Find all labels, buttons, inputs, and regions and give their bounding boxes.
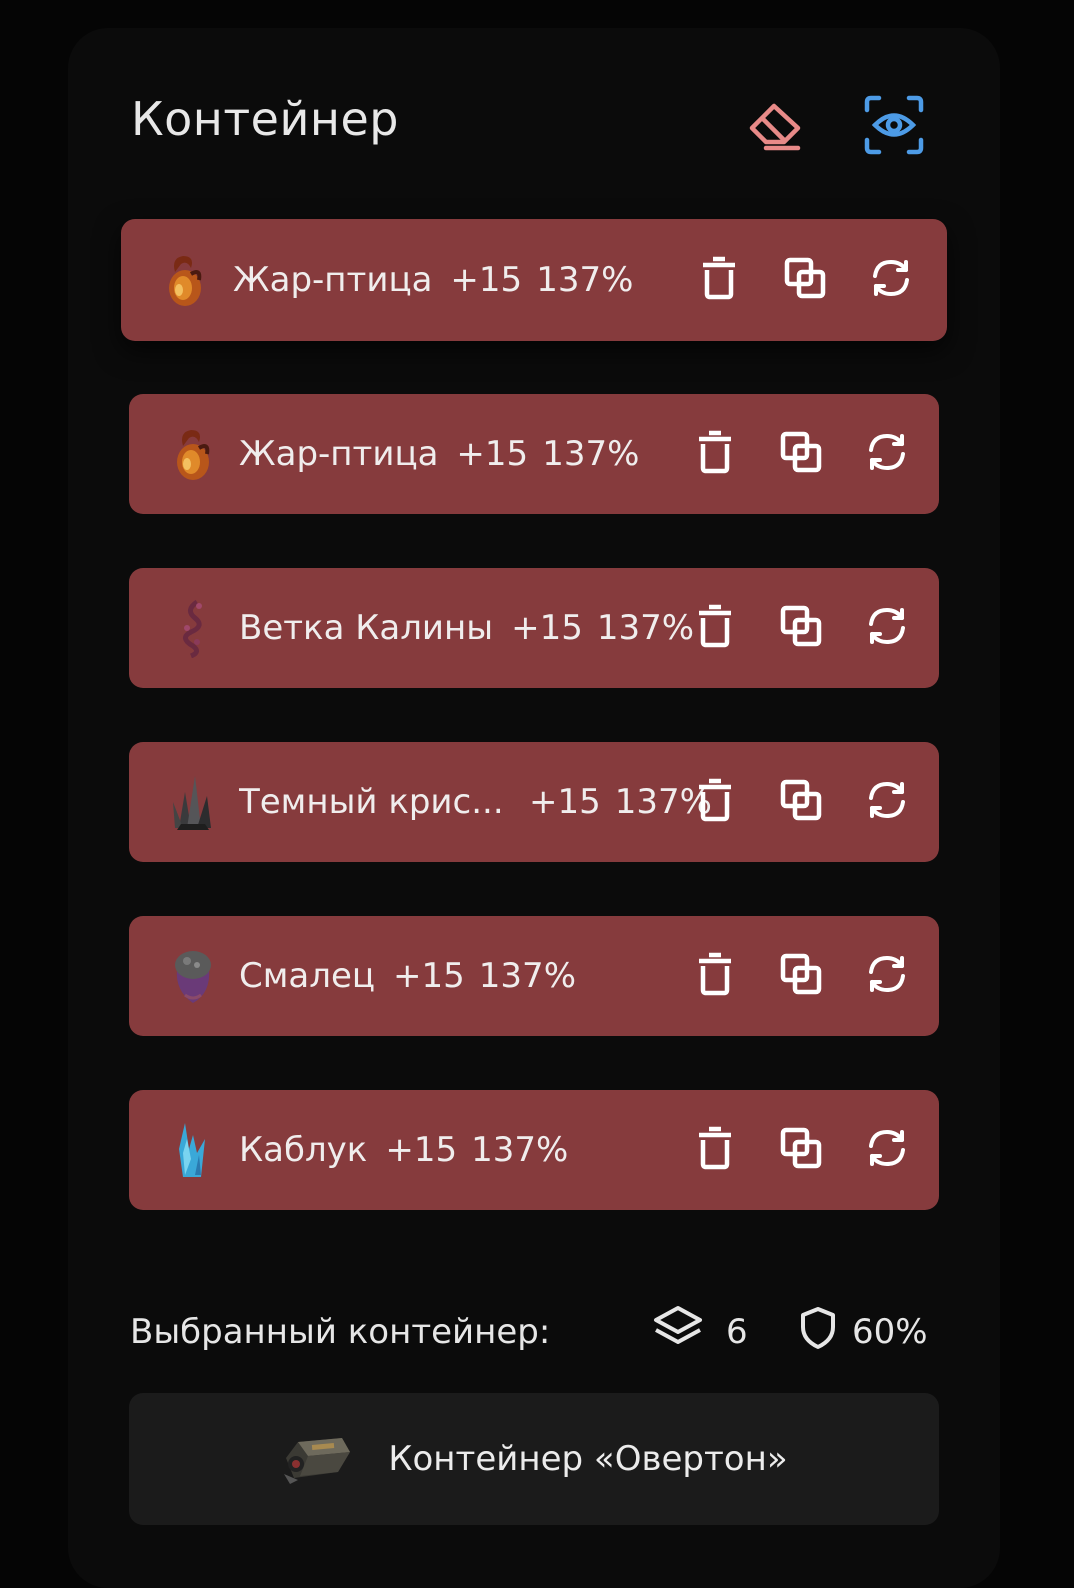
- artifact-level: +15: [529, 782, 601, 822]
- container-name: Контейнер «Овертон»: [388, 1439, 788, 1479]
- artifact-actions: [691, 430, 911, 478]
- artifact-percent: 137%: [536, 260, 634, 300]
- artifact-row[interactable]: Смалец +15 137%: [129, 916, 939, 1036]
- trash-icon: [695, 778, 735, 826]
- protection-stat: 60%: [800, 1306, 928, 1359]
- replace-button[interactable]: [863, 1126, 911, 1174]
- delete-button[interactable]: [691, 778, 739, 826]
- eye-scan-icon: [863, 94, 925, 156]
- artifact-name: Смалец: [239, 956, 376, 996]
- eraser-icon: [744, 94, 806, 156]
- trash-icon: [695, 952, 735, 1000]
- trash-icon: [695, 430, 735, 478]
- protection-value: 60%: [852, 1312, 928, 1352]
- artifact-level: +15: [385, 1130, 458, 1170]
- artifact-name: Жар-птица: [239, 434, 439, 474]
- artifact-info: Каблук +15 137%: [239, 1090, 568, 1210]
- duplicate-button[interactable]: [777, 778, 825, 826]
- artifact-name: Темный крис...: [239, 782, 504, 822]
- artifact-row[interactable]: Темный крис... +15 137%: [129, 742, 939, 862]
- heel-artifact-icon: [165, 1118, 221, 1182]
- artifact-name: Жар-птица: [233, 260, 433, 300]
- artifact-name: Ветка Калины: [239, 608, 494, 648]
- refresh-icon: [869, 256, 913, 304]
- copy-icon: [779, 1126, 823, 1174]
- artifact-row[interactable]: Жар-птица +15 137%: [121, 219, 947, 341]
- artifact-row[interactable]: Ветка Калины +15 137%: [129, 568, 939, 688]
- layers-icon: [652, 1304, 704, 1361]
- copy-icon: [779, 952, 823, 1000]
- selected-container-card[interactable]: Контейнер «Овертон»: [129, 1393, 939, 1525]
- selected-container-summary: Выбранный контейнер: 6 60%: [130, 1304, 938, 1361]
- artifact-row[interactable]: Каблук +15 137%: [129, 1090, 939, 1210]
- duplicate-button[interactable]: [777, 952, 825, 1000]
- clear-button[interactable]: [744, 94, 806, 156]
- artifact-actions: [691, 1126, 911, 1174]
- slots-count: 6: [726, 1312, 748, 1352]
- delete-button[interactable]: [691, 430, 739, 478]
- replace-button[interactable]: [867, 256, 915, 304]
- duplicate-button[interactable]: [777, 430, 825, 478]
- refresh-icon: [865, 430, 909, 478]
- duplicate-button[interactable]: [777, 1126, 825, 1174]
- delete-button[interactable]: [691, 1126, 739, 1174]
- artifact-actions: [691, 778, 911, 826]
- artifact-actions: [695, 256, 915, 304]
- lard-artifact-icon: [165, 944, 221, 1008]
- artifact-info: Жар-птица +15 137%: [233, 219, 633, 341]
- artifact-info: Темный крис... +15 137%: [239, 742, 712, 862]
- summary-label: Выбранный контейнер:: [130, 1312, 551, 1352]
- artifact-percent: 137%: [596, 608, 695, 648]
- replace-button[interactable]: [863, 604, 911, 652]
- artifact-level: +15: [393, 956, 465, 996]
- delete-button[interactable]: [691, 604, 739, 652]
- delete-button[interactable]: [695, 256, 743, 304]
- trash-icon: [695, 1126, 735, 1174]
- firebird-artifact-icon: [157, 248, 213, 312]
- artifact-actions: [691, 952, 911, 1000]
- trash-icon: [699, 256, 739, 304]
- artifact-percent: 137%: [542, 434, 640, 474]
- artifact-info: Ветка Калины +15 137%: [239, 568, 694, 688]
- container-item-icon: [280, 1428, 354, 1490]
- artifact-name: Каблук: [239, 1130, 368, 1170]
- artifact-info: Жар-птица +15 137%: [239, 394, 639, 514]
- slots-stat: 6: [652, 1304, 748, 1361]
- artifact-info: Смалец +15 137%: [239, 916, 576, 1036]
- copy-icon: [779, 778, 823, 826]
- copy-icon: [783, 256, 827, 304]
- copy-icon: [779, 430, 823, 478]
- artifact-level: +15: [456, 434, 529, 474]
- artifact-level: +15: [450, 260, 523, 300]
- viburnum-branch-artifact-icon: [165, 596, 221, 660]
- refresh-icon: [865, 952, 909, 1000]
- shield-icon: [800, 1306, 836, 1359]
- duplicate-button[interactable]: [781, 256, 829, 304]
- replace-button[interactable]: [863, 430, 911, 478]
- page-title: Контейнер: [131, 92, 399, 146]
- preview-button[interactable]: [863, 94, 925, 156]
- artifact-percent: 137%: [471, 1130, 569, 1170]
- trash-icon: [695, 604, 735, 652]
- delete-button[interactable]: [691, 952, 739, 1000]
- artifact-level: +15: [511, 608, 583, 648]
- artifact-actions: [691, 604, 911, 652]
- duplicate-button[interactable]: [777, 604, 825, 652]
- refresh-icon: [865, 778, 909, 826]
- refresh-icon: [865, 1126, 909, 1174]
- firebird-artifact-icon: [165, 422, 221, 486]
- artifact-percent: 137%: [478, 956, 576, 996]
- dark-crystal-artifact-icon: [165, 770, 221, 834]
- replace-button[interactable]: [863, 778, 911, 826]
- refresh-icon: [865, 604, 909, 652]
- artifact-row[interactable]: Жар-птица +15 137%: [129, 394, 939, 514]
- replace-button[interactable]: [863, 952, 911, 1000]
- copy-icon: [779, 604, 823, 652]
